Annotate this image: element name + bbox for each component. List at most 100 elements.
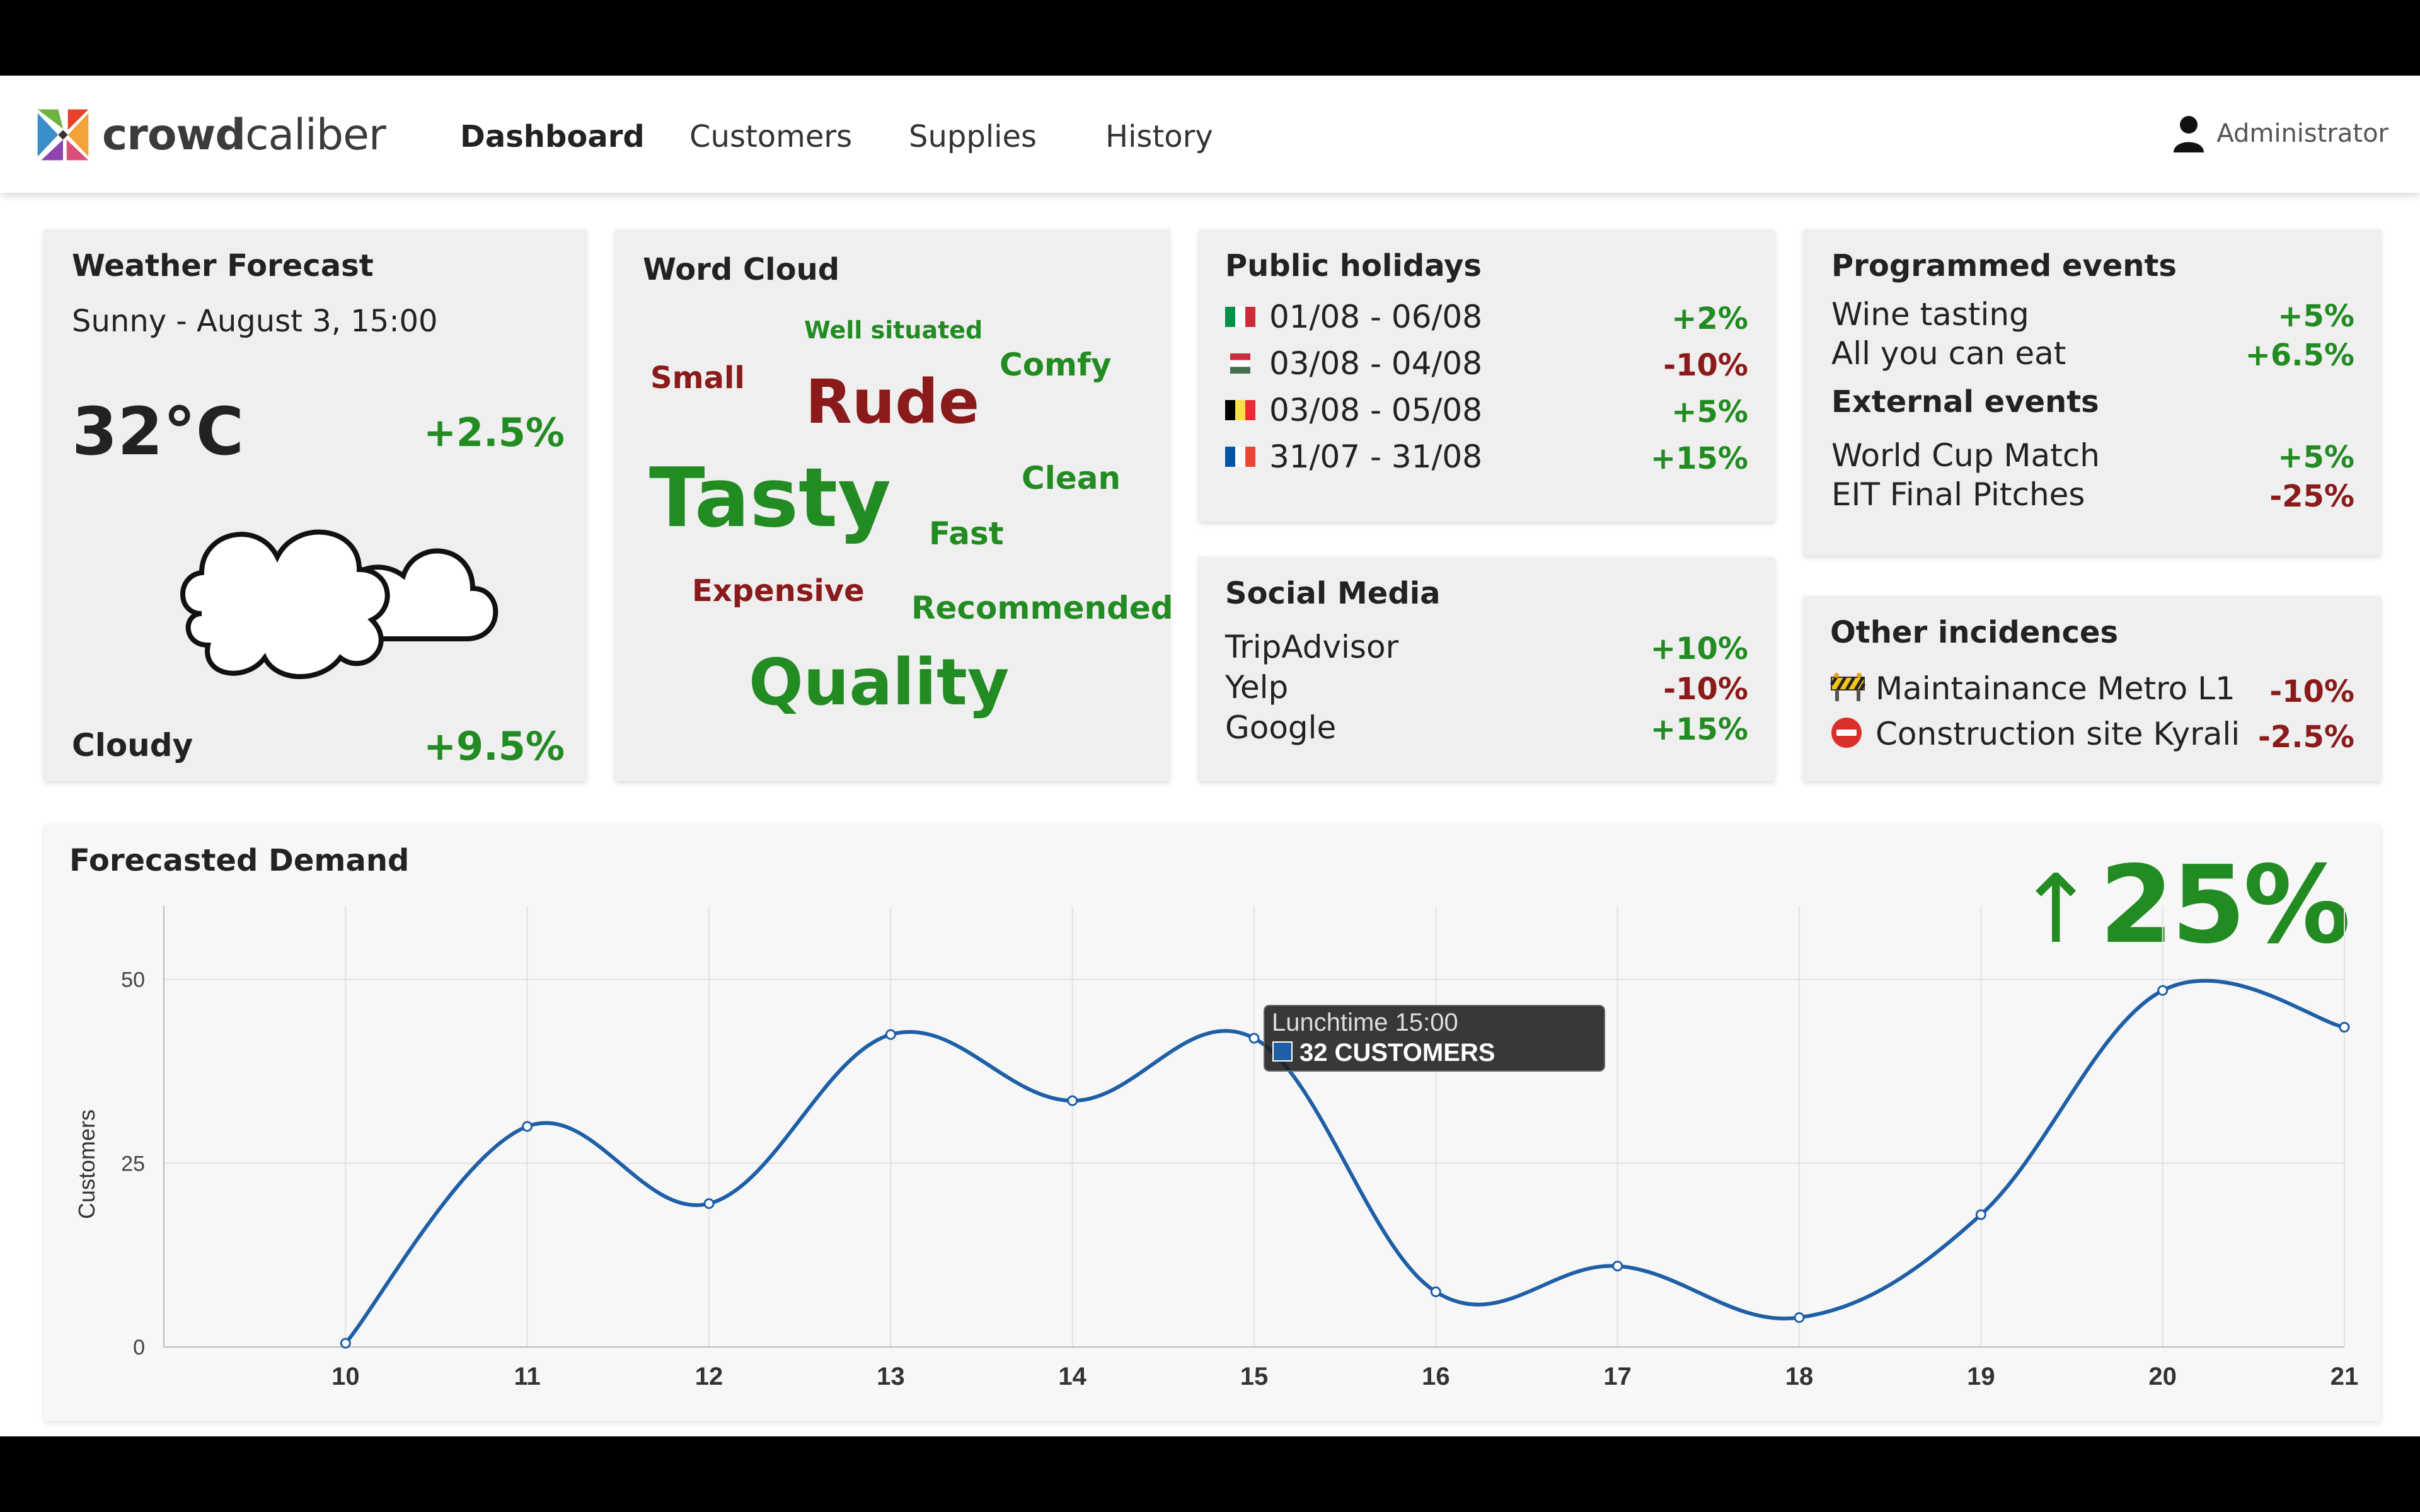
events-card: Programmed events Wine tasting +5% All y…: [1804, 229, 2381, 556]
incidence-name: Construction site Kyrali: [1876, 716, 2240, 752]
holiday-dates: 03/08 - 04/08: [1269, 345, 1483, 382]
letterbox-top: [0, 0, 2420, 76]
data-point[interactable]: [2339, 1022, 2350, 1033]
social-name: TripAdvisor: [1225, 629, 1399, 665]
x-tick-label: 16: [1422, 1363, 1450, 1390]
cloud-icon: [180, 529, 498, 679]
x-tick-label: 18: [1785, 1363, 1814, 1390]
holiday-dates: 01/08 - 06/08: [1269, 299, 1483, 335]
data-point[interactable]: [1612, 1261, 1623, 1272]
x-tick-label: 21: [2331, 1363, 2359, 1390]
nav-dashboard[interactable]: Dashboard: [460, 108, 645, 165]
nav-customers[interactable]: Customers: [689, 108, 852, 165]
x-tick-label: 13: [877, 1363, 905, 1390]
word-cloud-title: Word Cloud: [643, 252, 840, 287]
incidence-row: Construction site Kyrali: [1830, 716, 2240, 753]
no-entry-icon: [1831, 717, 1862, 748]
incidence-row: Maintainance Metro L1: [1830, 670, 2235, 707]
incidences-title: Other incidences: [1830, 615, 2119, 650]
incidences-card: Other incidences Maintainance Metro L1 -…: [1804, 596, 2381, 781]
brand-logo[interactable]: crowdcaliber: [33, 103, 386, 166]
data-point[interactable]: [703, 1198, 715, 1209]
italy-flag-icon: [1225, 306, 1255, 327]
social-name: Yelp: [1225, 669, 1289, 706]
hungary-flag-icon: [1230, 353, 1250, 374]
holiday-row: 31/07 - 31/08: [1225, 438, 1482, 475]
user-menu[interactable]: Administrator: [2172, 115, 2388, 152]
event-delta: +5%: [2278, 299, 2354, 334]
data-point[interactable]: [1067, 1095, 1078, 1106]
word-recommended: Recommended: [911, 590, 1173, 626]
holiday-delta: +5%: [1671, 394, 1748, 430]
incidence-delta: -2.5%: [2257, 719, 2354, 755]
word-cloud-card: Word Cloud Well situated Small Rude Comf…: [615, 229, 1173, 781]
data-point[interactable]: [522, 1121, 533, 1132]
weather-card: Weather Forecast Sunny - August 3, 15:00…: [44, 229, 586, 781]
social-delta: +15%: [1650, 712, 1748, 747]
holiday-dates: 03/08 - 05/08: [1269, 392, 1483, 428]
public-holidays-card: Public holidays 01/08 - 06/08 +2% 03/08 …: [1199, 229, 1775, 522]
tooltip-value: 32 CUSTOMERS: [1299, 1039, 1495, 1067]
y-tick-label: 0: [133, 1336, 145, 1360]
temperature-delta: +2.5%: [424, 410, 565, 455]
word-rude: Rude: [805, 367, 980, 437]
word-fast: Fast: [929, 515, 1004, 552]
data-point[interactable]: [1975, 1209, 1986, 1220]
app-window: crowdcaliber Dashboard Customers Supplie…: [0, 76, 2420, 1436]
data-point[interactable]: [1794, 1312, 1805, 1323]
word-well-situated: Well situated: [804, 316, 983, 344]
holiday-delta: +2%: [1671, 301, 1748, 336]
letterbox-bottom: [0, 1436, 2420, 1512]
y-tick-label: 25: [121, 1152, 145, 1176]
data-point[interactable]: [1430, 1286, 1441, 1297]
x-tick-label: 11: [514, 1363, 541, 1390]
x-tick-label: 20: [2148, 1363, 2177, 1390]
nav-supplies[interactable]: Supplies: [909, 108, 1037, 165]
data-point[interactable]: [1248, 1033, 1260, 1044]
event-name: EIT Final Pitches: [1831, 476, 2085, 513]
x-tick-label: 17: [1603, 1363, 1632, 1390]
demand-line-chart[interactable]: 10 11 12 13 14 15 16 17 18 19 20 21 0 25 50 Customers L…: [44, 824, 2381, 1421]
programmed-events-title: Programmed events: [1831, 248, 2177, 284]
social-delta: -10%: [1663, 672, 1748, 707]
holiday-row: 01/08 - 06/08: [1225, 299, 1482, 335]
forecasted-demand-card: Forecasted Demand ↑25% 10 11 12 13 14 15 16 17 1…: [44, 824, 2381, 1421]
chart-tooltip: Lunchtime 15:00 32 CUSTOMERS: [1264, 1005, 1605, 1072]
user-icon: [2174, 116, 2204, 152]
dashboard-main: Weather Forecast Sunny - August 3, 15:00…: [0, 193, 2420, 1436]
nav-history[interactable]: History: [1105, 108, 1213, 165]
social-media-card: Social Media TripAdvisor +10% Yelp -10% …: [1199, 557, 1775, 781]
weather-title: Weather Forecast: [72, 248, 374, 284]
holidays-title: Public holidays: [1225, 248, 1482, 284]
external-events-title: External events: [1831, 384, 2099, 420]
word-expensive: Expensive: [692, 573, 865, 609]
holiday-dates: 31/07 - 31/08: [1269, 438, 1483, 475]
word-small: Small: [650, 360, 745, 396]
temperature-value: 32°C: [72, 393, 245, 470]
belgium-flag-icon: [1225, 399, 1255, 420]
x-tick-label: 12: [695, 1363, 723, 1390]
holiday-delta: -10%: [1663, 348, 1748, 383]
data-point[interactable]: [885, 1029, 896, 1040]
tooltip-swatch: [1272, 1041, 1293, 1062]
y-tick-label: 50: [121, 968, 145, 992]
data-point[interactable]: [2157, 985, 2169, 996]
brand-name: crowdcaliber: [102, 110, 386, 160]
social-title: Social Media: [1225, 576, 1441, 611]
event-name: Wine tasting: [1831, 296, 2029, 333]
weather-condition: Cloudy: [72, 727, 193, 764]
user-name: Administrator: [2216, 119, 2388, 148]
event-delta: +6.5%: [2245, 338, 2354, 373]
france-flag-icon: [1225, 446, 1255, 467]
event-delta: -25%: [2269, 479, 2354, 514]
word-tasty: Tasty: [649, 450, 891, 546]
x-tick-label: 10: [331, 1363, 360, 1390]
social-name: Google: [1225, 709, 1337, 746]
data-point[interactable]: [340, 1337, 351, 1349]
weather-subtitle: Sunny - August 3, 15:00: [72, 304, 438, 339]
event-delta: +5%: [2278, 440, 2354, 475]
word-quality: Quality: [749, 645, 1010, 720]
logo-mark-icon: [37, 109, 89, 161]
event-name: World Cup Match: [1831, 437, 2100, 474]
holiday-delta: +15%: [1650, 441, 1748, 476]
